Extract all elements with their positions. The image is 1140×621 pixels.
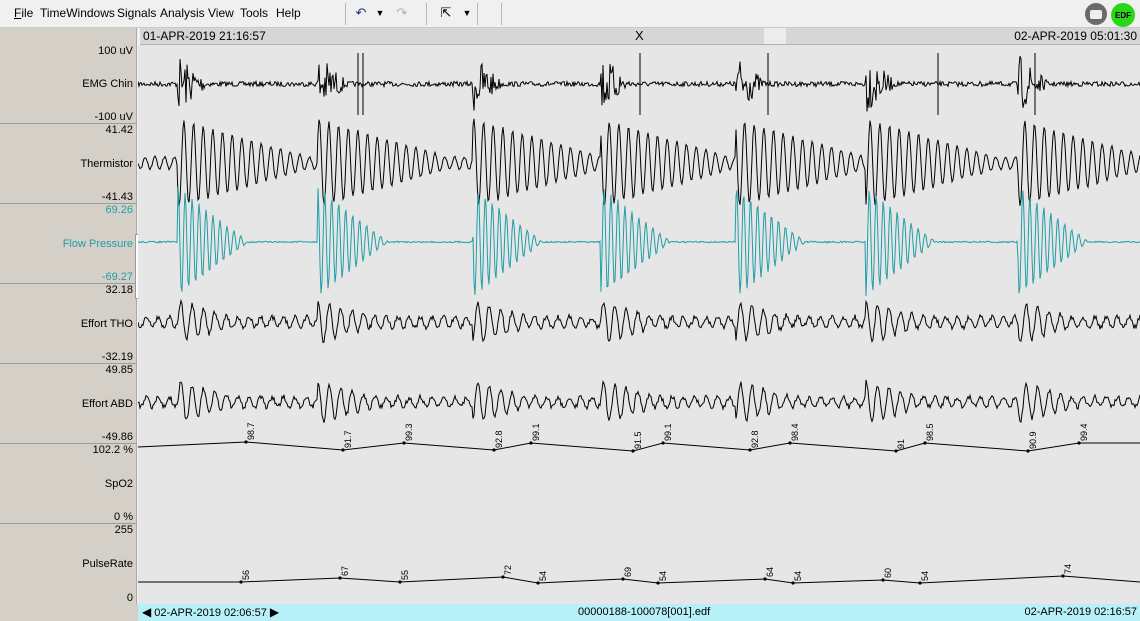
menu-file-rest: ile xyxy=(21,6,34,20)
pulse-annotation: 55 xyxy=(400,570,410,580)
channel-scale-bottom: -49.86 xyxy=(101,431,133,443)
channel-name: EMG Chin xyxy=(82,78,133,90)
pointer-icon[interactable]: ⇱ xyxy=(438,4,454,22)
status-bar: ◀ 02-APR-2019 02:06:57 ▶ 00000188-100078… xyxy=(138,604,1140,621)
pulse-annotation: 74 xyxy=(1063,564,1073,574)
pulse-annotation: 54 xyxy=(793,571,803,581)
channel-scale-bottom: 0 % xyxy=(114,511,133,523)
channel-row-spo2[interactable]: 102.2 % SpO2 0 % xyxy=(0,444,137,524)
timeline-bar[interactable]: 01-APR-2019 21:16:57 X 02-APR-2019 05:01… xyxy=(140,28,1140,45)
spo2-annotation: 90.9 xyxy=(1028,431,1038,449)
next-arrow-icon[interactable]: ▶ xyxy=(270,605,279,619)
channel-row-pulserate[interactable]: 255 PulseRate 0 xyxy=(0,524,137,604)
spo2-annotation: 92.8 xyxy=(750,430,760,448)
camera-body xyxy=(1090,9,1102,19)
channel-name: Flow Pressure xyxy=(62,237,133,250)
menu-help[interactable]: Help xyxy=(276,6,301,20)
trace-flow-pressure xyxy=(137,187,1140,296)
toolbar-separator xyxy=(345,3,346,25)
channel-row-effort-tho[interactable]: 32.18 Effort THO -32.19 xyxy=(0,284,137,364)
channel-scale-top: 41.42 xyxy=(105,124,133,136)
timeline-start: 01-APR-2019 21:16:57 xyxy=(143,29,266,43)
toolbar-separator xyxy=(477,3,478,25)
pulse-annotation: 60 xyxy=(883,568,893,578)
pulse-annotation: 72 xyxy=(503,565,513,575)
channel-scale-top: 49.85 xyxy=(105,364,133,376)
timeline-end: 02-APR-2019 05:01:30 xyxy=(1014,29,1137,43)
pulse-annotation: 54 xyxy=(538,571,548,581)
trace-emg-chin xyxy=(137,56,1140,112)
redo-icon[interactable]: ↷ xyxy=(394,4,410,22)
status-left: ◀ 02-APR-2019 02:06:57 ▶ xyxy=(142,605,279,619)
spo2-annotation: 91 xyxy=(896,439,906,449)
toolbar-separator xyxy=(426,3,427,25)
channel-label-panel: 100 uV EMG Chin -100 uV 41.42 Thermistor… xyxy=(0,28,137,605)
channel-row-flow-pressure[interactable]: 69.26 Flow Pressure -69.27 xyxy=(0,204,137,284)
spo2-annotation: 99.1 xyxy=(531,423,541,441)
channel-name: Effort THO xyxy=(80,317,133,330)
undo-dropdown-icon[interactable]: ▼ xyxy=(374,4,386,22)
prev-arrow-icon[interactable]: ◀ xyxy=(142,605,151,619)
trace-effort-tho xyxy=(137,298,1140,344)
spo2-annotation: 99.4 xyxy=(1079,423,1089,441)
status-start-time: 02-APR-2019 02:06:57 xyxy=(154,607,267,619)
channel-scale-top: 255 xyxy=(114,524,133,536)
pulse-annotation: 64 xyxy=(765,567,775,577)
trace-pulserate xyxy=(138,575,1140,584)
channel-row-emg-chin[interactable]: 100 uV EMG Chin -100 uV xyxy=(0,45,137,124)
spo2-annotation: 91.5 xyxy=(633,431,643,449)
channel-name: Thermistor xyxy=(80,157,133,170)
channel-name: PulseRate xyxy=(82,558,133,570)
channel-scale-top: 100 uV xyxy=(98,45,133,57)
undo-icon[interactable]: ↶ xyxy=(353,4,369,22)
channel-name: Effort ABD xyxy=(81,397,133,410)
signal-plot-area[interactable]: 98.7 91.7 99.3 92.8 99.1 91.5 99.1 92.8 98.4 91 98… xyxy=(137,45,1140,605)
pulse-annotation: 56 xyxy=(241,570,251,580)
pulse-annotation: 54 xyxy=(920,571,930,581)
menu-view[interactable]: View xyxy=(208,6,234,20)
edf-icon[interactable]: EDF xyxy=(1111,3,1135,27)
spo2-annotation: 98.7 xyxy=(246,422,256,440)
statusbar-left-pad xyxy=(0,604,138,621)
menu-tools[interactable]: Tools xyxy=(240,6,268,20)
timeline-thumb[interactable] xyxy=(764,28,786,44)
channel-row-effort-abd[interactable]: 49.85 Effort ABD -49.86 xyxy=(0,364,137,444)
spo2-annotation: 99.3 xyxy=(404,423,414,441)
toolbar-separator xyxy=(501,3,502,25)
trace-thermistor xyxy=(137,118,1140,207)
pulse-annotation: 54 xyxy=(658,571,668,581)
channel-scale-top: 69.26 xyxy=(105,204,133,216)
status-end-time: 02-APR-2019 02:16:57 xyxy=(1024,606,1137,618)
channel-scale-bottom: -32.19 xyxy=(101,351,133,363)
trace-effort-abd xyxy=(137,379,1140,423)
channel-row-thermistor[interactable]: 41.42 Thermistor -41.43 xyxy=(0,124,137,204)
menu-signals[interactable]: Signals xyxy=(117,6,156,20)
spo2-annotation: 92.8 xyxy=(494,430,504,448)
status-file: 00000188-100078[001].edf xyxy=(578,606,711,618)
pulse-annotation: 69 xyxy=(623,567,633,577)
channel-scale-bottom: 0 xyxy=(126,592,133,604)
channel-scale-top: 32.18 xyxy=(105,284,133,296)
menu-timewindows[interactable]: TimeWindows xyxy=(40,6,115,20)
menu-file[interactable]: File xyxy=(14,6,33,20)
menu-analysis[interactable]: Analysis xyxy=(160,6,205,20)
pointer-dropdown-icon[interactable]: ▼ xyxy=(461,4,473,22)
toolbar: File TimeWindows Signals Analysis View T… xyxy=(0,0,1140,28)
close-icon[interactable]: X xyxy=(635,28,644,43)
spo2-annotation: 99.1 xyxy=(663,423,673,441)
channel-name: SpO2 xyxy=(104,477,133,490)
spo2-annotation: 98.4 xyxy=(790,423,800,441)
channel-scale-bottom: -41.43 xyxy=(101,191,133,203)
spo2-annotation: 91.7 xyxy=(343,430,353,448)
pulse-annotation: 67 xyxy=(340,566,350,576)
spo2-annotation: 98.5 xyxy=(925,423,935,441)
camera-icon[interactable] xyxy=(1085,3,1107,25)
signal-traces: 98.7 91.7 99.3 92.8 99.1 91.5 99.1 92.8 98.4 91 98… xyxy=(137,53,1140,585)
channel-scale-bottom: -100 uV xyxy=(94,111,133,123)
channel-scale-bottom: -69.27 xyxy=(101,271,133,283)
channel-scale-top: 102.2 % xyxy=(92,444,133,456)
